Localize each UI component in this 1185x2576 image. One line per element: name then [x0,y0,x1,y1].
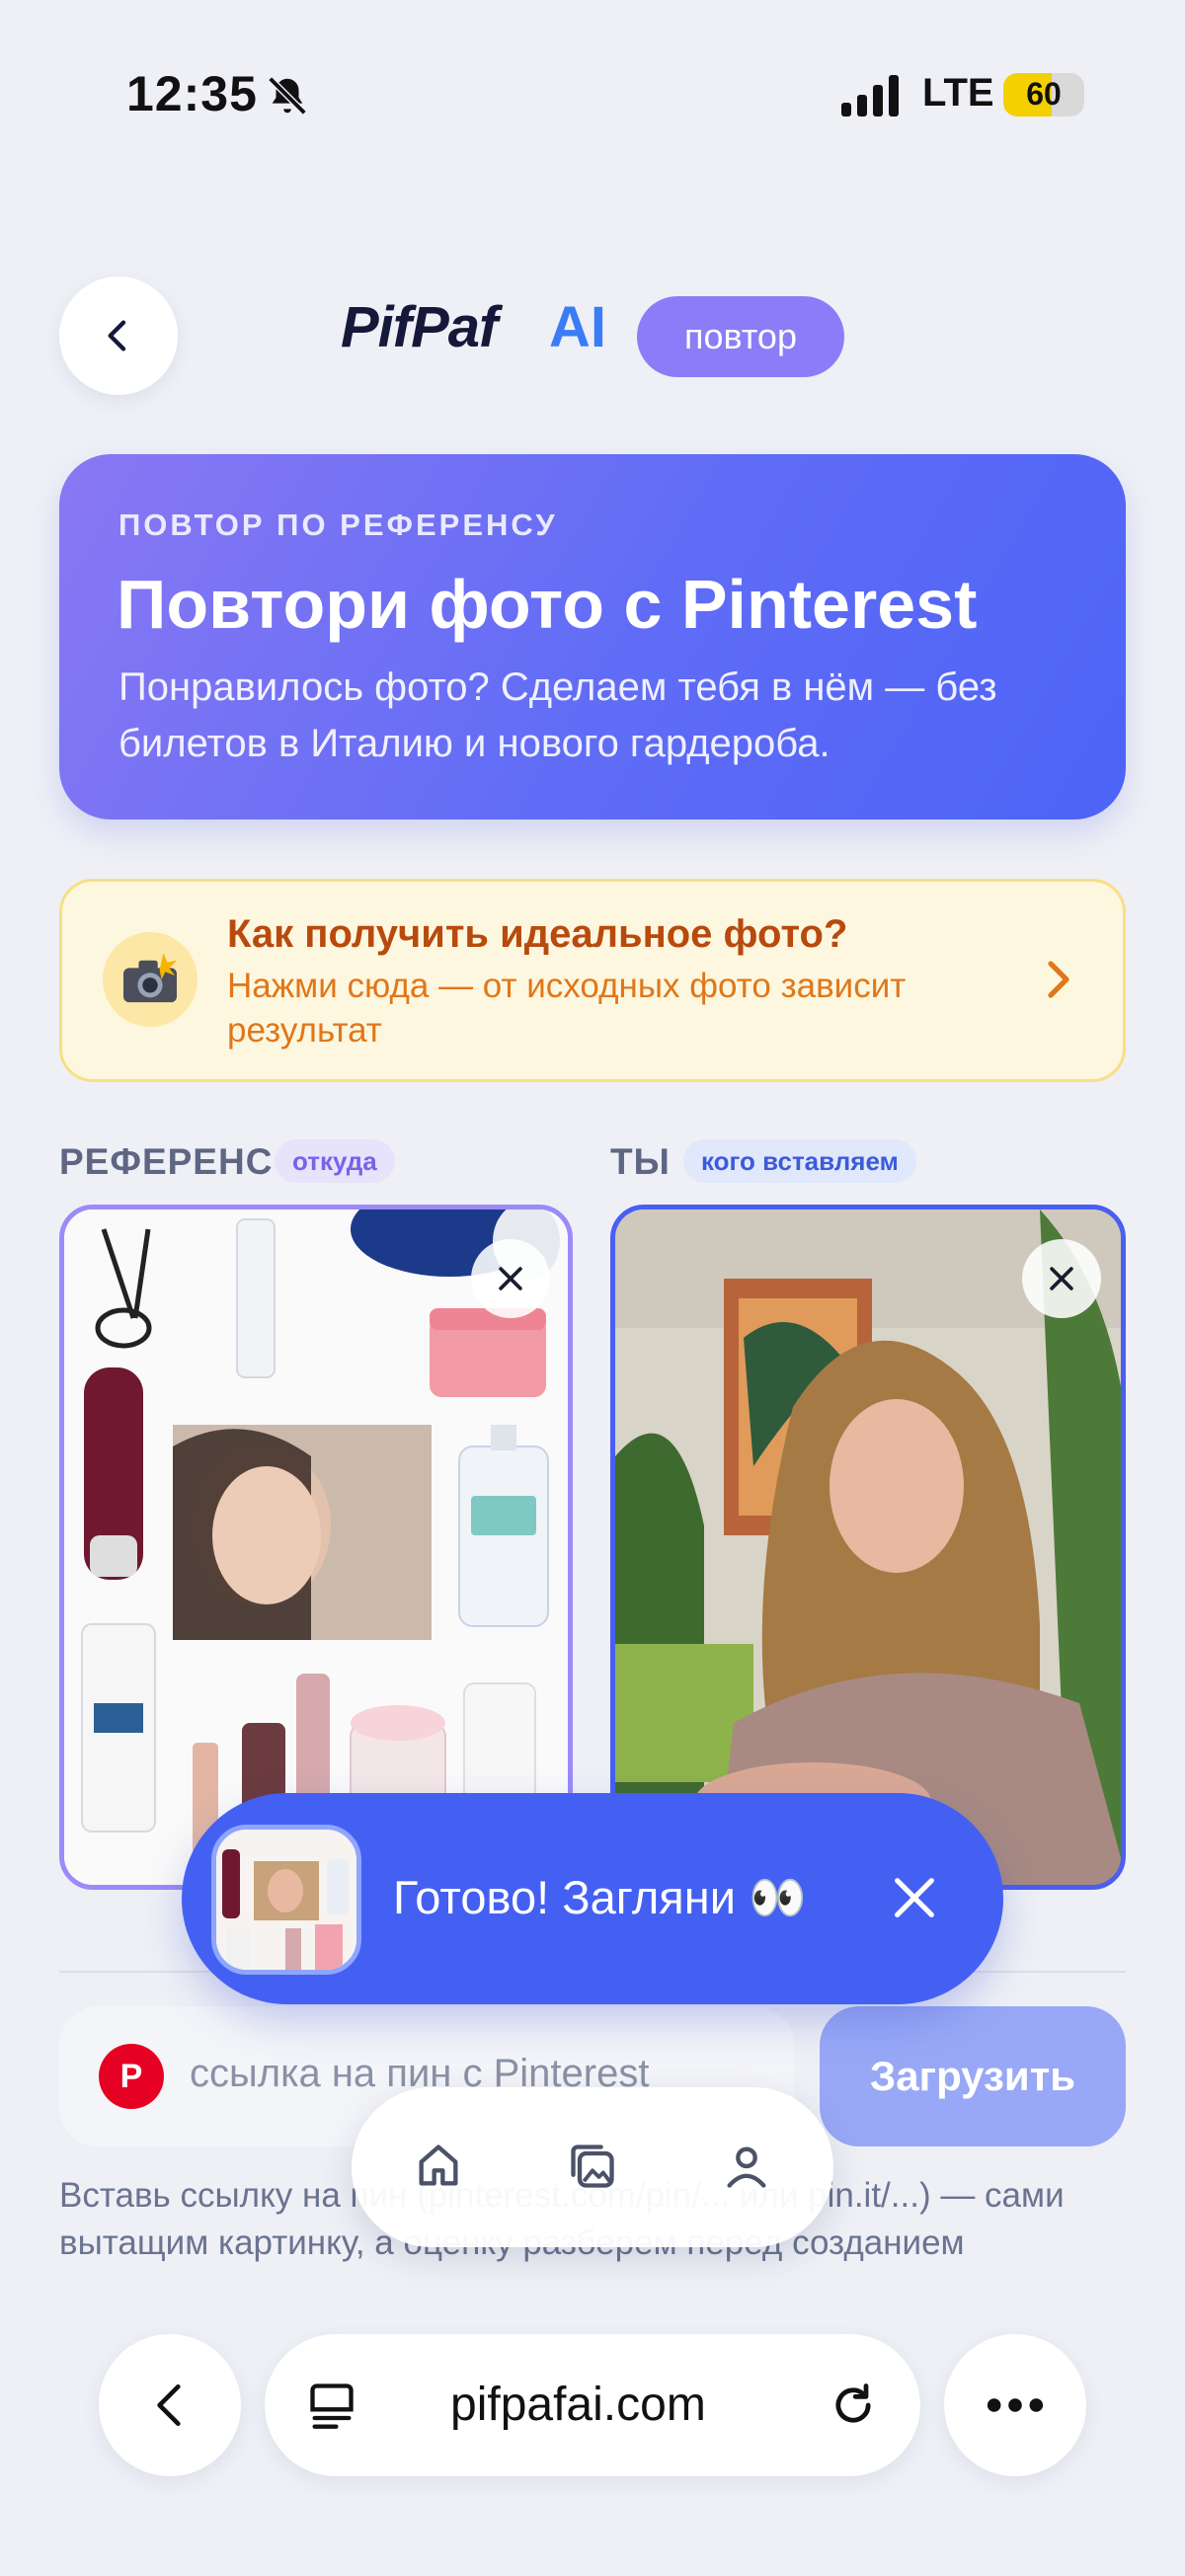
remove-photo-button[interactable] [1022,1239,1101,1318]
app-logo: PifPaf [341,295,498,359]
chevron-right-icon [1048,961,1069,998]
result-thumbnail-image [216,1830,356,1970]
battery-indicator: 60 [1003,73,1084,117]
you-label: ТЫ [610,1141,671,1182]
status-time: 12:35 [126,66,258,121]
reference-label: РЕФЕРЕНС [59,1141,274,1182]
tip-subtitle: Нажми сюда — от исходных фото зависит ре… [227,967,907,1050]
browser-back-button[interactable] [99,2334,241,2476]
signal-icon [841,75,899,117]
more-button[interactable] [944,2334,1086,2476]
close-icon [499,1267,522,1290]
close-icon [1050,1267,1073,1290]
reference-image-card[interactable] [59,1205,573,1890]
bell-muted-icon [268,76,307,116]
gallery-icon[interactable] [567,2141,618,2192]
page-menu-icon[interactable] [306,2380,357,2431]
toast-thumbnail [211,1825,361,1975]
you-tag: кого вставляем [683,1139,916,1183]
chevron-left-icon [157,2383,181,2427]
pinterest-icon: P [99,2044,164,2109]
reference-tag: откуда [275,1139,395,1183]
back-button[interactable] [59,276,178,395]
reload-icon[interactable] [828,2380,879,2431]
chevron-left-icon [108,320,126,351]
mode-badge: повтор [637,296,844,377]
more-dots-icon [987,2398,1044,2412]
camera-flash-icon [103,932,198,1027]
profile-icon[interactable] [721,2141,772,2192]
your-photo-card[interactable] [610,1205,1126,1890]
upload-button[interactable]: Загрузить [820,2006,1126,2147]
home-icon[interactable] [413,2141,464,2192]
hero-subtitle: Понравилось фото? Сделаем тебя в нём — б… [118,665,997,765]
hero-kicker: ПОВТОР ПО РЕФЕРЕНСУ [118,507,558,542]
network-type: LTE [922,71,994,115]
hero-title: Повтори фото с Pinterest [117,566,978,643]
app-logo-ai: AI [549,295,606,359]
tip-title: Как получить идеальное фото? [227,912,848,956]
toast-message: Готово! Загляни 👀 [393,1871,807,1923]
address-url: pifpafai.com [450,2379,706,2431]
close-icon[interactable] [889,1872,940,1923]
battery-level: 60 [1026,76,1062,112]
remove-reference-button[interactable] [471,1239,550,1318]
